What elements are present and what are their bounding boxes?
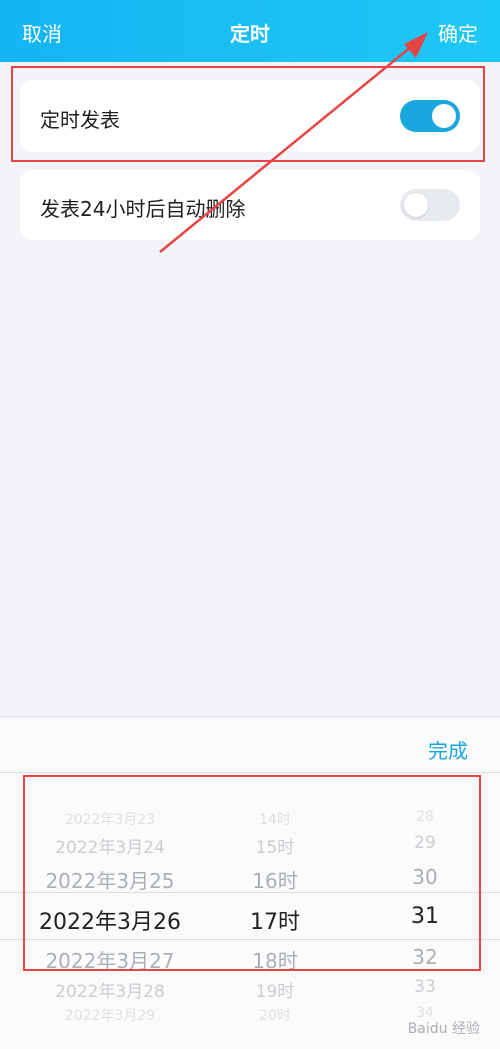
date-time-picker: 完成 2022年3月23 2022年3月24 2022年3月25 2022年3月…	[0, 716, 500, 1049]
watermark-logo: Baidu 经验	[407, 1021, 480, 1037]
annotation-box-picker	[23, 775, 481, 971]
minute-option: 33	[414, 977, 436, 997]
hour-option: 19时	[255, 982, 295, 1002]
annotation-arrow	[159, 32, 428, 253]
date-option: 2022年3月28	[55, 982, 165, 1002]
hour-option: 20时	[259, 1008, 291, 1024]
date-option: 2022年3月29	[64, 1008, 156, 1024]
